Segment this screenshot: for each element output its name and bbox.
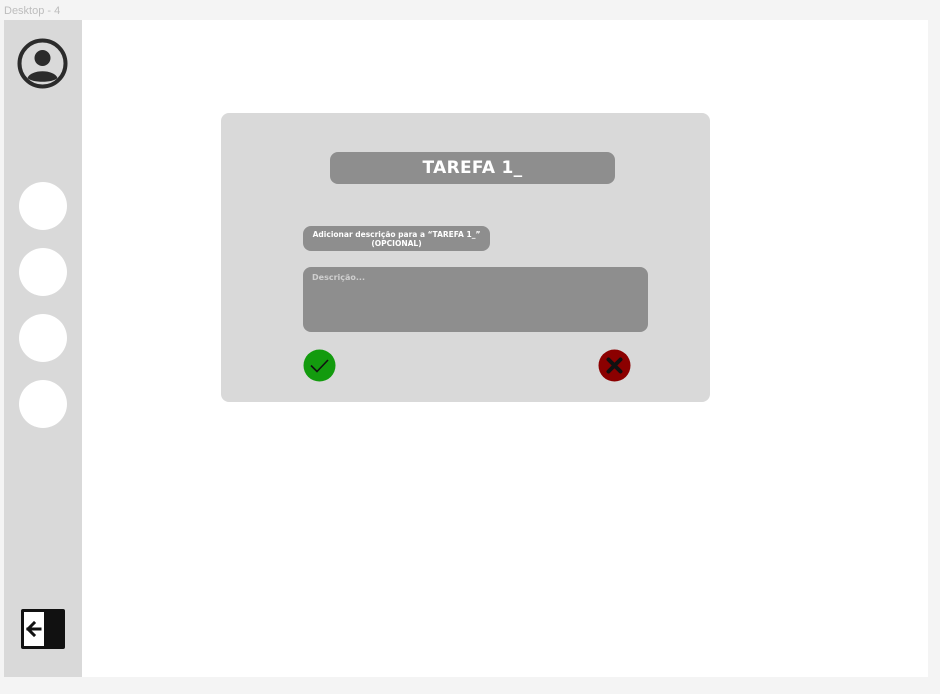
arrow-left-exit-icon [21,609,65,649]
description-label-line1: Adicionar descrição para a “TAREFA 1_” [312,229,481,239]
close-icon [598,349,631,382]
sidebar-item-1[interactable] [19,182,67,230]
description-label-line2: (OPCIONAL) [371,238,422,248]
desktop-frame: TAREFA 1_ Adicionar descrição para a “TA… [4,20,928,677]
frame-label: Desktop - 4 [4,5,61,17]
description-input[interactable]: Descrição... [303,267,648,332]
user-avatar-icon[interactable] [17,38,68,89]
checkmark-icon [303,349,336,382]
task-modal: TAREFA 1_ Adicionar descrição para a “TA… [221,113,710,402]
confirm-button[interactable] [303,349,336,382]
sidebar-item-3[interactable] [19,314,67,362]
exit-button[interactable] [20,608,66,650]
sidebar-item-4[interactable] [19,380,67,428]
description-placeholder: Descrição... [312,273,366,282]
sidebar [4,20,82,677]
task-title: TAREFA 1_ [330,152,615,184]
description-label: Adicionar descrição para a “TAREFA 1_” (… [303,226,490,251]
sidebar-item-2[interactable] [19,248,67,296]
cancel-button[interactable] [598,349,631,382]
